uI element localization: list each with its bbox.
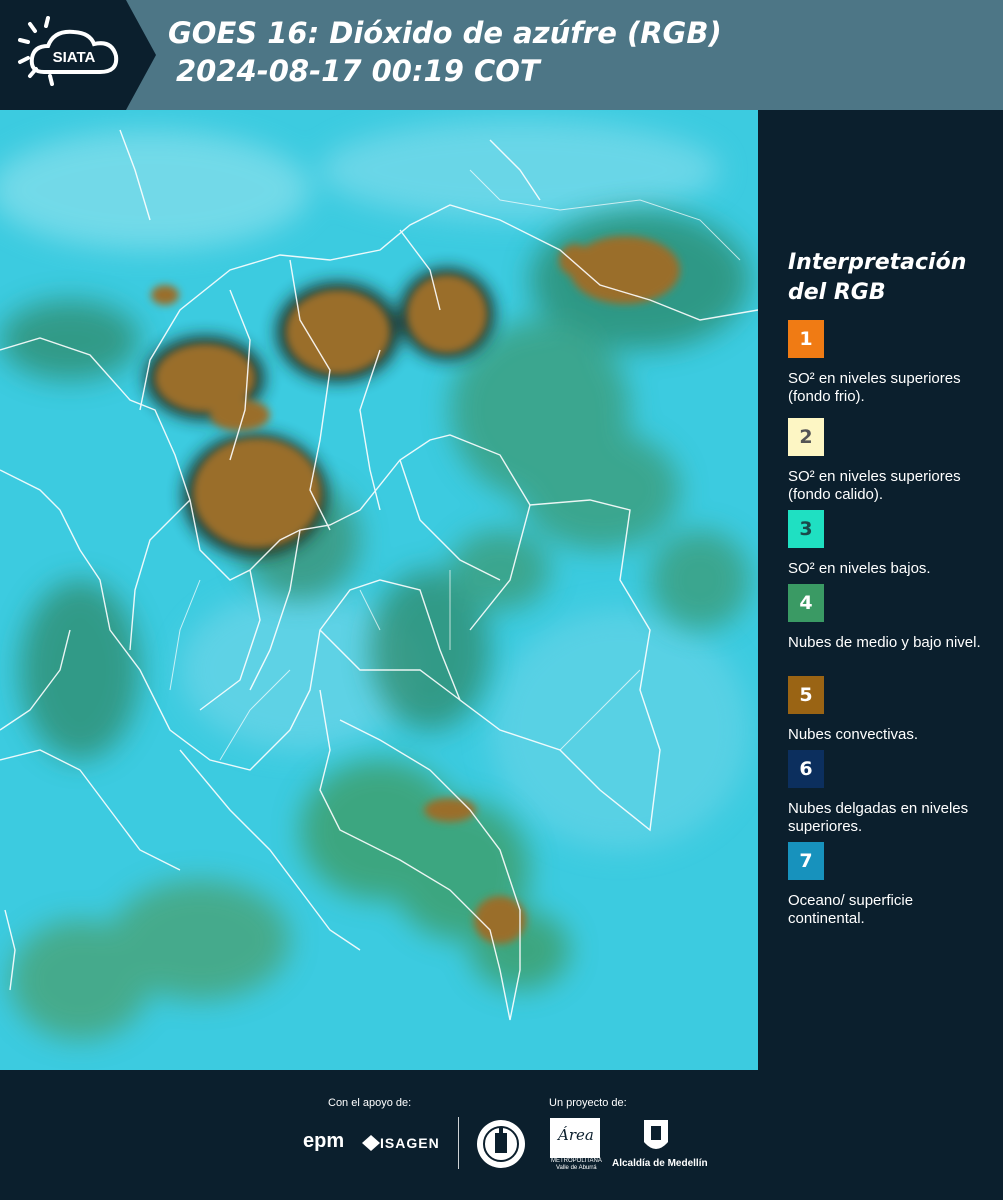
satellite-map — [0, 110, 758, 1070]
legend-title-line-1: Interpretación — [788, 250, 967, 275]
seal-icon — [477, 1120, 525, 1168]
satellite-map-image — [0, 110, 758, 1070]
alcaldia-crest-icon — [644, 1120, 668, 1149]
project-caption: Un proyecto de: — [549, 1097, 627, 1109]
footer-bar: Con el apoyo de: Un proyecto de: epm ISA… — [0, 1070, 1003, 1200]
legend-text-5: Nubes convectivas. — [788, 726, 919, 743]
area-script: Área — [558, 1126, 594, 1144]
support-caption: Con el apoyo de: — [328, 1097, 412, 1109]
legend-item-6: 6 Nubes delgadas en niveles superiores. — [788, 750, 993, 836]
legend-text-7: Oceano/ superficie continental. — [788, 892, 914, 927]
alcaldia-text: Alcaldía de Medellín — [612, 1158, 708, 1169]
title-line-1: GOES 16: Dióxido de azúfre (RGB) — [168, 16, 722, 50]
footer-divider — [458, 1117, 459, 1169]
legend-item-4: 4 Nubes de medio y bajo nivel. — [788, 584, 993, 652]
siata-logo: SIATA — [0, 0, 156, 110]
legend-swatch-6: 6 — [788, 750, 824, 788]
legend-item-5: 5 Nubes convectivas. — [788, 676, 993, 744]
legend-text-4: Nubes de medio y bajo nivel. — [788, 634, 981, 651]
isagen-text: ISAGEN — [380, 1135, 440, 1151]
legend-title: Interpretación del RGB — [788, 248, 988, 308]
legend-swatch-2: 2 — [788, 418, 824, 456]
area-sub-1: METROPOLITANA — [551, 1158, 602, 1164]
siata-logo-text: SIATA — [53, 49, 96, 66]
legend-swatch-4: 4 — [788, 584, 824, 622]
header-bar: SIATA GOES 16: Dióxido de azúfre (RGB) 2… — [0, 0, 1003, 110]
legend-item-7: 7 Oceano/ superficie continental. — [788, 842, 993, 928]
page-title: GOES 16: Dióxido de azúfre (RGB) 2024-08… — [168, 14, 722, 90]
epm-logo: epm — [303, 1130, 345, 1152]
title-line-2: 2024-08-17 00:19 COT — [176, 54, 540, 88]
legend-item-1: 1 SO² en niveles superiores (fondo frio)… — [788, 320, 993, 406]
legend-panel: Interpretación del RGB 1 SO² en niveles … — [758, 110, 1003, 1070]
area-metropolitana-logo: Área METROPOLITANA Valle de Aburrá — [550, 1118, 602, 1171]
legend-item-3: 3 SO² en niveles bajos. — [788, 510, 993, 578]
area-sub-2: Valle de Aburrá — [556, 1165, 597, 1171]
legend-swatch-5: 5 — [788, 676, 824, 714]
legend-swatch-1: 1 — [788, 320, 824, 358]
legend-text-1: SO² en niveles superiores (fondo frio). — [788, 370, 961, 405]
legend-title-line-2: del RGB — [788, 280, 886, 305]
legend-text-3: SO² en niveles bajos. — [788, 560, 931, 577]
isagen-mark-icon — [362, 1135, 380, 1151]
legend-item-2: 2 SO² en niveles superiores (fondo calid… — [788, 418, 993, 504]
legend-text-6: Nubes delgadas en niveles superiores. — [788, 800, 969, 835]
legend-text-2: SO² en niveles superiores (fondo calido)… — [788, 468, 961, 503]
legend-swatch-3: 3 — [788, 510, 824, 548]
legend-swatch-7: 7 — [788, 842, 824, 880]
